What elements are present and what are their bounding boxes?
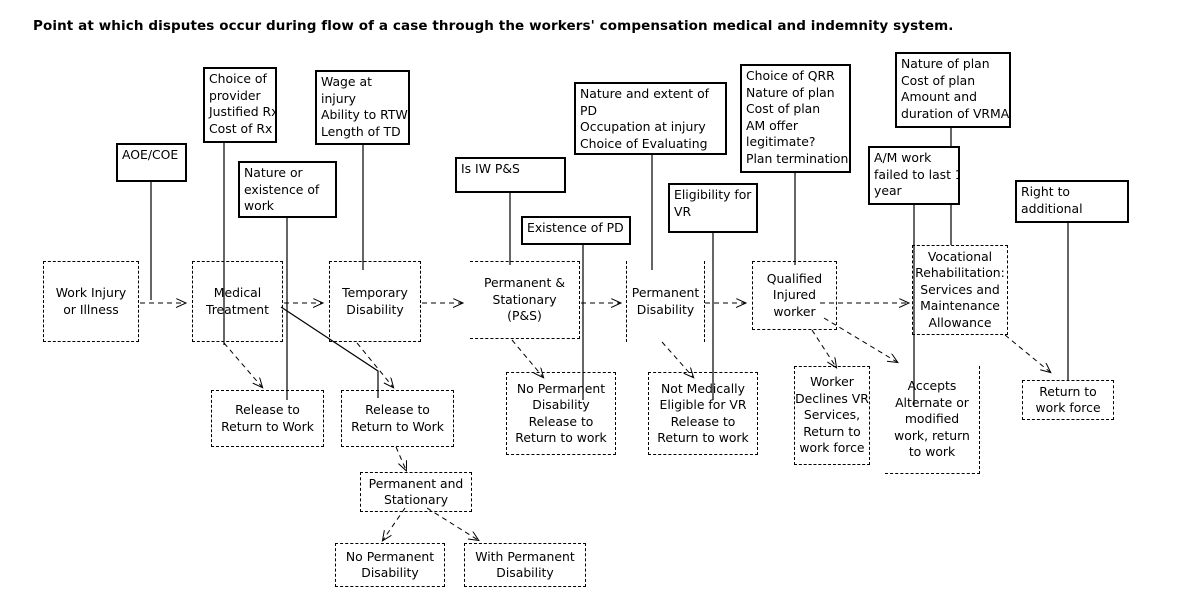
dispute-box-is-iw-ps[interactable]: Is IW P&S [455,157,566,193]
process-box-work-injury[interactable]: Work Injury or Illness [43,261,139,342]
dispute-box-eligibility-vr[interactable]: Eligibility for VR [668,183,758,233]
process-box-permanent-disability[interactable]: Permanent Disability [626,261,705,342]
dispute-box-choice-qrr[interactable]: Choice of QRR Nature of plan Cost of pla… [740,64,851,173]
process-box-temporary-disability[interactable]: Temporary Disability [329,261,421,342]
process-box-permanent-stationary[interactable]: Permanent & Stationary (P&S) [470,261,580,339]
flowchart-canvas: Point at which disputes occur during flo… [0,0,1179,611]
dispute-box-nature-existence-work[interactable]: Nature or existence of work [238,161,337,218]
process-box-accepts-alt-work[interactable]: Accepts Alternate or modified work, retu… [885,366,980,474]
process-box-perm-and-stat[interactable]: Permanent and Stationary [360,472,472,512]
dispute-box-am-work-failed[interactable]: A/M work failed to last 1 year [868,146,960,205]
dispute-box-wage-injury[interactable]: Wage at injury Ability to RTW Length of … [315,70,410,145]
process-box-with-perm-dis[interactable]: With Permanent Disability [464,543,586,587]
process-box-no-pd-release[interactable]: No Permanent Disability Release to Retur… [506,372,616,455]
dispute-box-aoe-coe[interactable]: AOE/COE [116,143,187,182]
process-box-worker-declines[interactable]: Worker Declines VR Services, Return to w… [794,366,870,465]
dispute-box-nature-plan[interactable]: Nature of plan Cost of plan Amount and d… [895,52,1011,128]
process-box-not-med-eligible[interactable]: Not Medically Eligible for VR Release to… [648,372,758,455]
process-box-release-rtw-2[interactable]: Release to Return to Work [341,390,454,447]
process-box-no-perm-dis[interactable]: No Permanent Disability [335,543,445,587]
process-box-return-workforce[interactable]: Return to work force [1022,380,1114,420]
dispute-box-right-additional[interactable]: Right to additional [1015,180,1129,223]
page-title: Point at which disputes occur during flo… [33,18,954,34]
process-box-release-rtw-1[interactable]: Release to Return to Work [211,390,324,447]
dispute-box-existence-pd[interactable]: Existence of PD [521,216,631,245]
process-box-qualified-injured-worker[interactable]: Qualified Injured worker [752,261,837,330]
process-box-vocational-rehab[interactable]: Vocational Rehabilitation: Services and … [912,245,1008,335]
dispute-box-choice-provider[interactable]: Choice of provider Justified Rx Cost of … [203,67,277,143]
dispute-box-nature-extent-pd[interactable]: Nature and extent of PD Occupation at in… [574,82,727,155]
process-box-medical-treatment[interactable]: Medical Treatment [192,261,283,342]
